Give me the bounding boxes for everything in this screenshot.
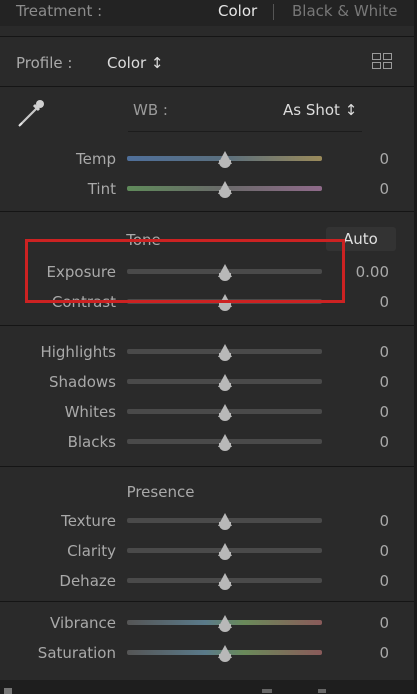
vibrance-value[interactable]: 0 xyxy=(339,614,389,632)
toolbar-icon[interactable] xyxy=(318,689,326,693)
whites-value[interactable]: 0 xyxy=(339,403,389,421)
clarity-slider-thumb[interactable] xyxy=(218,543,232,560)
treatment-divider xyxy=(273,4,274,20)
temp-value[interactable]: 0 xyxy=(339,150,389,168)
exposure-highlight-box xyxy=(25,239,345,303)
highlights-value[interactable]: 0 xyxy=(339,343,389,361)
white-balance-selector-eyedropper-icon[interactable] xyxy=(14,95,48,129)
tint-label: Tint xyxy=(87,180,116,198)
toolbar-icon[interactable] xyxy=(262,689,272,693)
divider xyxy=(0,86,417,87)
profile-select[interactable]: Color ↕ xyxy=(107,54,164,72)
whites-slider-thumb[interactable] xyxy=(218,404,232,421)
wb-select[interactable]: As Shot ↕ xyxy=(283,101,357,119)
tint-slider-thumb[interactable] xyxy=(218,181,232,198)
dehaze-slider-thumb[interactable] xyxy=(218,573,232,590)
clarity-value[interactable]: 0 xyxy=(339,542,389,560)
auto-tone-label: Auto xyxy=(343,230,378,248)
exposure-value[interactable]: 0.00 xyxy=(339,263,389,281)
highlights-slider-thumb[interactable] xyxy=(218,344,232,361)
divider xyxy=(0,325,417,326)
treatment-bw-option[interactable]: Black & White xyxy=(292,2,397,20)
texture-slider-thumb[interactable] xyxy=(218,513,232,530)
vibrance-slider-thumb[interactable] xyxy=(218,615,232,632)
divider xyxy=(0,466,417,467)
treatment-row: Treatment : Color Black & White xyxy=(0,0,417,26)
shadows-label: Shadows xyxy=(48,373,116,391)
treatment-label: Treatment : xyxy=(16,2,103,20)
dehaze-label: Dehaze xyxy=(59,572,116,590)
temp-slider-thumb[interactable] xyxy=(218,151,232,168)
wb-label: WB : xyxy=(133,101,168,119)
whites-label: Whites xyxy=(64,403,116,421)
tint-value[interactable]: 0 xyxy=(339,180,389,198)
dehaze-value[interactable]: 0 xyxy=(339,572,389,590)
saturation-value[interactable]: 0 xyxy=(339,644,389,662)
treatment-color-option[interactable]: Color xyxy=(218,2,257,20)
blacks-label: Blacks xyxy=(67,433,116,451)
divider xyxy=(0,601,417,602)
clarity-label: Clarity xyxy=(67,542,116,560)
bottom-toolbar xyxy=(0,680,417,694)
wb-underline xyxy=(128,131,362,132)
texture-value[interactable]: 0 xyxy=(339,512,389,530)
saturation-slider-thumb[interactable] xyxy=(218,645,232,662)
temp-label: Temp xyxy=(76,150,116,168)
profile-browser-grid-icon[interactable] xyxy=(372,53,392,69)
vibrance-label: Vibrance xyxy=(50,614,116,632)
blacks-value[interactable]: 0 xyxy=(339,433,389,451)
presence-section-title: Presence xyxy=(126,483,195,501)
divider xyxy=(0,211,417,212)
panel-toggle-icon[interactable] xyxy=(4,688,12,694)
contrast-value[interactable]: 0 xyxy=(339,293,389,311)
texture-label: Texture xyxy=(61,512,116,530)
shadows-slider-thumb[interactable] xyxy=(218,374,232,391)
shadows-value[interactable]: 0 xyxy=(339,373,389,391)
divider xyxy=(0,36,417,37)
highlights-label: Highlights xyxy=(40,343,116,361)
profile-label: Profile : xyxy=(16,54,73,72)
blacks-slider-thumb[interactable] xyxy=(218,434,232,451)
saturation-label: Saturation xyxy=(37,644,116,662)
